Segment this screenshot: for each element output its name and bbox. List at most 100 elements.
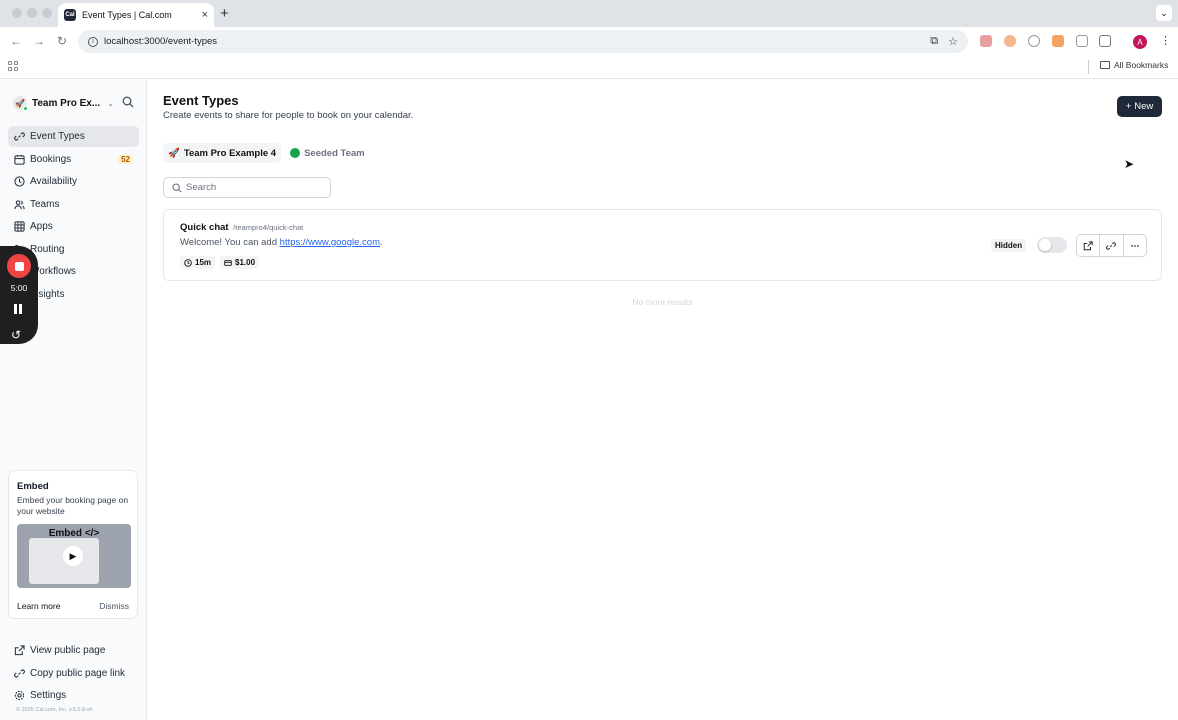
external-link-icon	[14, 645, 25, 656]
team-avatar-icon	[290, 148, 301, 158]
stop-recording-button[interactable]	[7, 254, 31, 278]
more-options-button[interactable]	[1124, 235, 1146, 256]
forward-icon[interactable]: →	[33, 34, 45, 48]
duration-badge: 15m	[180, 256, 216, 269]
hidden-badge: Hidden	[991, 239, 1027, 252]
sidebar-item-settings[interactable]: Settings	[8, 685, 139, 706]
browser-tab[interactable]: Cal Event Types | Cal.com ×	[58, 3, 214, 27]
all-bookmarks-label: All Bookmarks	[1114, 60, 1169, 70]
external-link-icon	[1083, 240, 1093, 250]
copy-link-button[interactable]	[1100, 235, 1124, 256]
event-visibility-toggle[interactable]	[1037, 237, 1067, 253]
extension-icon[interactable]	[1028, 35, 1040, 47]
embed-title: Embed	[17, 481, 49, 492]
copy-public-page-link[interactable]: Copy public page link	[8, 663, 139, 684]
folder-icon	[1100, 61, 1110, 69]
extension-icon[interactable]	[1004, 35, 1016, 47]
bookings-count-badge: 52	[118, 154, 133, 164]
chevron-down-icon: ⌄	[107, 98, 114, 108]
favicon-icon: Cal	[64, 9, 76, 21]
link-icon	[14, 132, 25, 141]
sidebar-item-apps[interactable]: Apps	[8, 216, 139, 237]
sidebar-item-label: Routing	[30, 243, 65, 255]
window-minimize-button[interactable]	[27, 8, 37, 18]
sidebar-item-label: Teams	[30, 198, 60, 210]
learn-more-link[interactable]: Learn more	[17, 601, 60, 611]
grid-icon	[14, 221, 25, 232]
tab-close-icon[interactable]: ×	[202, 9, 208, 21]
reload-icon[interactable]: ↻	[57, 34, 67, 48]
window-zoom-button[interactable]	[42, 8, 52, 18]
address-bar[interactable]: i localhost:3000/event-types ⧉ ☆	[78, 30, 968, 53]
back-icon[interactable]: ←	[10, 34, 22, 48]
sidebar-item-label: Copy public page link	[30, 667, 126, 679]
play-icon[interactable]: ▶	[63, 546, 83, 566]
rocket-icon: 🚀	[168, 147, 180, 159]
apps-icon[interactable]	[8, 61, 18, 71]
search-field[interactable]	[163, 177, 331, 198]
credit-card-icon	[224, 259, 232, 266]
url-text: localhost:3000/event-types	[104, 36, 218, 47]
new-event-type-button[interactable]: + New	[1117, 96, 1162, 117]
team-switcher[interactable]: 🚀 Team Pro Ex... ⌄	[13, 95, 123, 111]
search-input[interactable]	[186, 182, 326, 193]
browser-menu-icon[interactable]: ⋮	[1160, 34, 1171, 47]
tab-search-button[interactable]: ⌄	[1156, 5, 1172, 21]
tab-title: Event Types | Cal.com	[82, 10, 172, 20]
copy-icon	[14, 669, 25, 677]
sidebar-item-teams[interactable]: Teams	[8, 194, 139, 215]
preview-button[interactable]	[1077, 235, 1101, 256]
install-app-icon[interactable]: ⧉	[930, 35, 938, 48]
users-icon	[14, 199, 25, 209]
embed-video-thumbnail[interactable]: Embed </> ▶	[17, 524, 131, 588]
sidebar-item-availability[interactable]: Availability	[8, 171, 139, 192]
search-icon[interactable]	[122, 96, 134, 108]
recording-timer: 5:00	[10, 283, 28, 293]
event-actions	[1076, 234, 1147, 257]
sidebar-item-event-types[interactable]: Event Types	[8, 126, 139, 147]
tab-team-pro-example-4[interactable]: 🚀 Team Pro Example 4	[163, 143, 282, 163]
tab-seeded-team[interactable]: Seeded Team	[285, 143, 370, 163]
browser-tabbar: Cal Event Types | Cal.com × + ⌄	[0, 0, 1178, 27]
profile-avatar[interactable]: A	[1133, 35, 1147, 49]
search-icon	[172, 182, 182, 193]
view-public-page-link[interactable]: View public page	[8, 640, 139, 661]
duration-text: 15m	[195, 258, 212, 267]
event-badges: 15m $1.00	[180, 256, 260, 269]
restart-icon[interactable]: ↺	[11, 328, 21, 342]
sidebar-item-label: Settings	[30, 690, 67, 701]
window-close-button[interactable]	[12, 8, 22, 18]
bookmark-star-icon[interactable]: ☆	[948, 35, 958, 48]
sidebar-item-label: Apps	[30, 221, 53, 232]
clock-icon	[184, 258, 192, 267]
description-link[interactable]: https://www.google.com	[280, 237, 380, 248]
pause-icon[interactable]	[14, 304, 24, 314]
sidebar: 🚀 Team Pro Ex... ⌄ Event Types Bookings …	[0, 80, 147, 720]
dismiss-button[interactable]: Dismiss	[99, 601, 129, 611]
extension-icon[interactable]	[1076, 35, 1088, 47]
metamask-icon[interactable]	[1052, 35, 1064, 47]
bookmarks-bar: All Bookmarks	[0, 56, 1178, 79]
new-tab-button[interactable]: +	[220, 5, 229, 22]
settings-icon	[14, 690, 25, 701]
event-title-line: Quick chat /teampro4/quick-chat	[180, 222, 303, 233]
main-content: Event Types Create events to share for p…	[147, 80, 1178, 720]
extension-icon[interactable]	[980, 35, 992, 47]
new-button-label: New	[1134, 101, 1154, 112]
embed-promo-card: Embed Embed your booking page on your we…	[8, 470, 138, 619]
sidebar-item-bookings[interactable]: Bookings 52	[8, 149, 139, 170]
price-text: $1.00	[235, 258, 256, 267]
plus-icon: +	[1125, 101, 1132, 112]
event-description: Welcome! You can add https://www.google.…	[180, 237, 383, 248]
embed-description: Embed your booking page on your website	[17, 495, 129, 516]
online-status-dot	[23, 106, 28, 111]
clock-icon	[14, 176, 25, 187]
all-bookmarks-button[interactable]: All Bookmarks	[1100, 60, 1168, 70]
site-info-icon[interactable]: i	[88, 36, 98, 47]
description-text: Welcome! You can add	[180, 237, 280, 248]
thumbnail-label: Embed </>	[48, 528, 100, 539]
page-subtitle: Create events to share for people to boo…	[163, 110, 414, 121]
event-type-row[interactable]: Quick chat /teampro4/quick-chat Welcome!…	[163, 209, 1162, 281]
extensions-puzzle-icon[interactable]	[1099, 35, 1111, 47]
browser-toolbar: ← → ↻ i localhost:3000/event-types ⧉ ☆	[0, 27, 1178, 56]
